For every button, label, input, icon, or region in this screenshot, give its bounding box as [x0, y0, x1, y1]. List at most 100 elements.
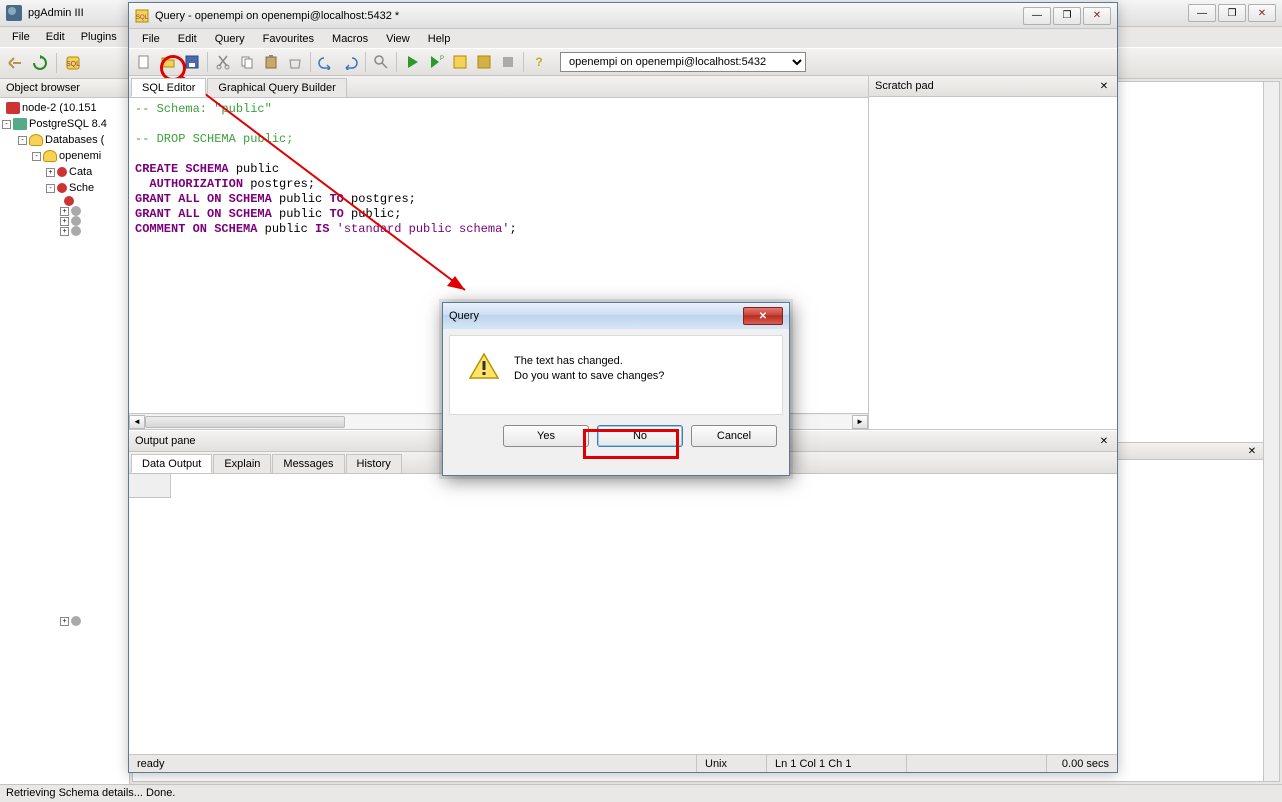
database-icon	[29, 134, 43, 146]
tree-row-databases[interactable]: -Databases (	[2, 132, 127, 148]
help-button[interactable]: ?	[528, 51, 550, 73]
open-file-button[interactable]	[157, 51, 179, 73]
execute-pgscript-button[interactable]: P	[425, 51, 447, 73]
main-menu-edit[interactable]: Edit	[38, 29, 73, 45]
dialog-titlebar[interactable]: Query ✕	[443, 303, 789, 329]
query-window-icon: SQL	[135, 9, 149, 23]
scratch-pad-close-button[interactable]: ✕	[1097, 79, 1111, 93]
object-tree[interactable]: node-2 (10.151 -PostgreSQL 8.4 -Database…	[0, 98, 129, 784]
copy-button[interactable]	[236, 51, 258, 73]
main-menu-plugins[interactable]: Plugins	[73, 29, 125, 45]
node-icon	[71, 226, 81, 236]
main-minimize-button[interactable]: —	[1188, 4, 1216, 22]
tree-row-generic[interactable]: +	[2, 216, 127, 226]
explain-button[interactable]	[449, 51, 471, 73]
output-pane-close-button[interactable]: ✕	[1097, 434, 1111, 448]
query-menu-view[interactable]: View	[377, 31, 419, 47]
execute-button[interactable]	[401, 51, 423, 73]
tree-row-postgres[interactable]: -PostgreSQL 8.4	[2, 116, 127, 132]
expand-icon[interactable]: +	[60, 227, 69, 236]
query-titlebar[interactable]: SQL Query - openempi on openempi@localho…	[129, 3, 1117, 29]
main-statusbar: Retrieving Schema details... Done.	[0, 784, 1282, 802]
query-toolbar: P ? openempi on openempi@localhost:5432	[129, 48, 1117, 76]
tree-row-generic[interactable]: +	[2, 616, 127, 626]
save-file-button[interactable]	[181, 51, 203, 73]
clear-button[interactable]	[284, 51, 306, 73]
query-title: Query - openempi on openempi@localhost:5…	[155, 10, 1023, 22]
panel-close-button[interactable]: ✕	[1245, 444, 1259, 458]
undo-button[interactable]	[315, 51, 337, 73]
node-icon	[71, 206, 81, 216]
find-button[interactable]	[370, 51, 392, 73]
dialog-no-button[interactable]: No	[597, 425, 683, 447]
editor-tabstrip: SQL Editor Graphical Query Builder	[129, 76, 868, 98]
dialog-cancel-button[interactable]: Cancel	[691, 425, 777, 447]
status-encoding: Unix	[697, 755, 767, 772]
query-minimize-button[interactable]: —	[1023, 7, 1051, 25]
tree-row-catalogs[interactable]: +Cata	[2, 164, 127, 180]
toolbar-sql-button[interactable]: SQL	[62, 52, 84, 74]
object-browser-panel: Object browser node-2 (10.151 -PostgreSQ…	[0, 79, 130, 784]
new-file-button[interactable]	[133, 51, 155, 73]
tab-messages[interactable]: Messages	[272, 454, 344, 473]
query-menu-query[interactable]: Query	[206, 31, 254, 47]
cut-button[interactable]	[212, 51, 234, 73]
expand-icon[interactable]: +	[60, 207, 69, 216]
paste-button[interactable]	[260, 51, 282, 73]
dialog-message-line2: Do you want to save changes?	[514, 369, 664, 384]
query-menu-macros[interactable]: Macros	[323, 31, 377, 47]
tree-row-generic[interactable]: +	[2, 226, 127, 236]
expand-icon[interactable]: +	[60, 217, 69, 226]
toolbar-refresh-button[interactable]	[29, 52, 51, 74]
query-menu-favourites[interactable]: Favourites	[254, 31, 323, 47]
dialog-title: Query	[449, 310, 743, 322]
scratch-pad-title: Scratch pad	[875, 80, 1097, 92]
collapse-icon[interactable]: -	[2, 120, 11, 129]
tree-row-schema-child[interactable]	[2, 196, 127, 206]
scroll-left-button[interactable]: ◄	[129, 415, 145, 429]
query-menu-help[interactable]: Help	[419, 31, 460, 47]
main-maximize-button[interactable]: ❐	[1218, 4, 1246, 22]
redo-button[interactable]	[339, 51, 361, 73]
dialog-close-button[interactable]: ✕	[743, 307, 783, 325]
status-ready: ready	[129, 755, 697, 772]
query-close-button[interactable]: ✕	[1083, 7, 1111, 25]
query-maximize-button[interactable]: ❐	[1053, 7, 1081, 25]
node-icon	[71, 616, 81, 626]
scroll-right-button[interactable]: ►	[852, 415, 868, 429]
scratch-pad-header: Scratch pad ✕	[869, 76, 1117, 97]
tab-data-output[interactable]: Data Output	[131, 454, 212, 473]
tab-history[interactable]: History	[346, 454, 402, 473]
main-close-button[interactable]: ✕	[1248, 4, 1276, 22]
collapse-icon[interactable]: -	[32, 152, 41, 161]
query-menu-edit[interactable]: Edit	[169, 31, 206, 47]
tab-explain[interactable]: Explain	[213, 454, 271, 473]
tree-row-generic[interactable]: +	[2, 206, 127, 216]
expand-icon[interactable]: +	[46, 168, 55, 177]
collapse-icon[interactable]: -	[46, 184, 55, 193]
tree-row-schemas[interactable]: -Sche	[2, 180, 127, 196]
server-icon	[6, 102, 20, 114]
svg-text:SQL: SQL	[136, 15, 149, 21]
explain-analyze-button[interactable]	[473, 51, 495, 73]
cancel-query-button[interactable]	[497, 51, 519, 73]
tab-graphical-query-builder[interactable]: Graphical Query Builder	[207, 78, 346, 97]
pgadmin-icon	[6, 5, 22, 21]
main-menu-file[interactable]: File	[4, 29, 38, 45]
query-menu-file[interactable]: File	[133, 31, 169, 47]
connection-select[interactable]: openempi on openempi@localhost:5432	[560, 52, 806, 72]
dialog-button-row: Yes No Cancel	[443, 415, 789, 457]
svg-text:SQL: SQL	[66, 61, 80, 68]
tree-row-openempi[interactable]: -openemi	[2, 148, 127, 164]
dialog-yes-button[interactable]: Yes	[503, 425, 589, 447]
expand-icon[interactable]: +	[60, 617, 69, 626]
tree-row-node2[interactable]: node-2 (10.151	[2, 100, 127, 116]
toolbar-connect-button[interactable]	[4, 52, 26, 74]
tab-sql-editor[interactable]: SQL Editor	[131, 78, 206, 97]
scrollbar[interactable]	[1263, 82, 1279, 781]
query-menubar: File Edit Query Favourites Macros View H…	[129, 29, 1117, 48]
dialog-message-line1: The text has changed.	[514, 354, 664, 369]
collapse-icon[interactable]: -	[18, 136, 27, 145]
scratch-pad-body[interactable]	[869, 97, 1117, 429]
scrollbar-thumb[interactable]	[145, 416, 345, 428]
